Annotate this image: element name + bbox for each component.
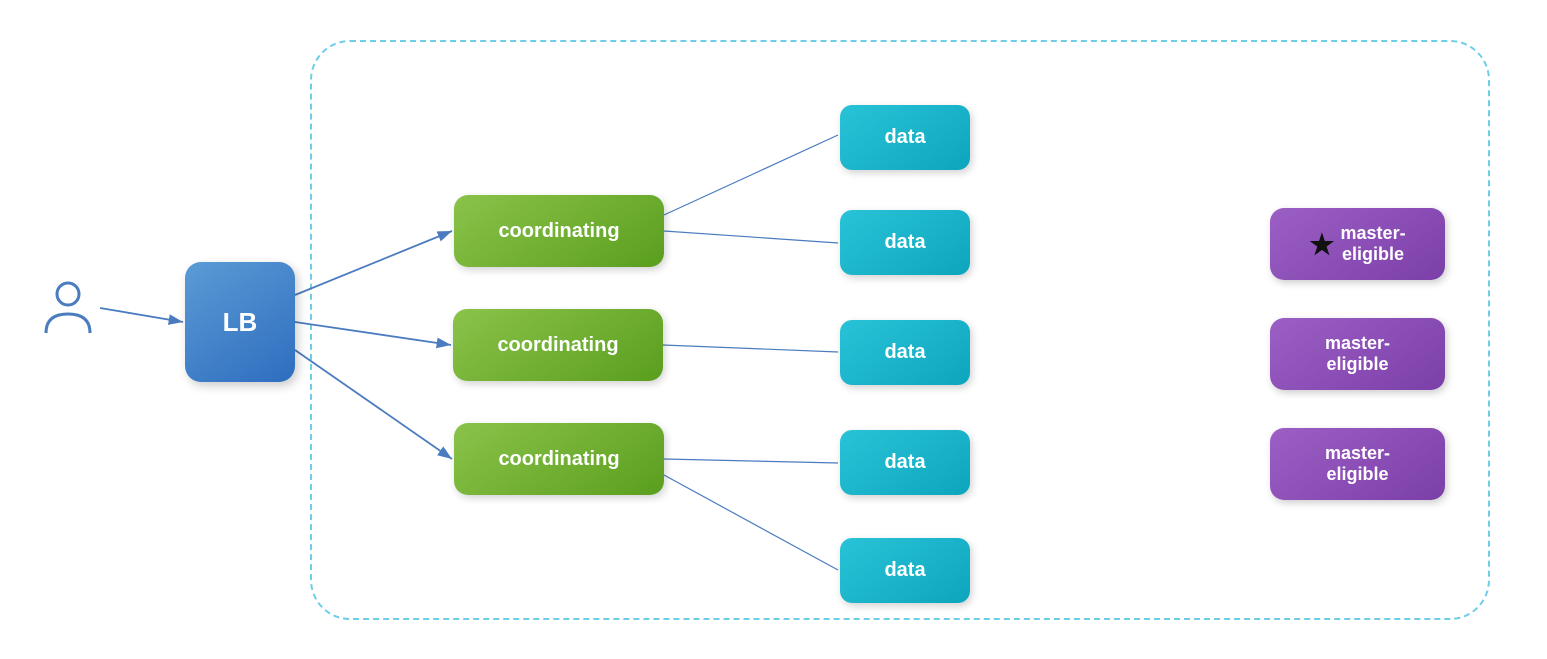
coord-node-1: coordinating <box>454 195 664 267</box>
lb-label: LB <box>223 307 258 338</box>
data-label-1: data <box>884 126 925 149</box>
lb-node: LB <box>185 262 295 382</box>
master-node-1: ★ master-eligible <box>1270 208 1445 280</box>
master-label-1: master-eligible <box>1341 223 1406 265</box>
user-icon <box>38 278 98 338</box>
coord-label-1: coordinating <box>498 220 619 243</box>
master-label-2: master-eligible <box>1325 333 1390 375</box>
diagram: LB coordinating coordinating coordinatin… <box>0 0 1547 659</box>
data-label-2: data <box>884 231 925 254</box>
data-node-2: data <box>840 210 970 275</box>
coord-node-2: coordinating <box>453 309 663 381</box>
master-label-3: master-eligible <box>1325 443 1390 485</box>
coord-label-2: coordinating <box>497 334 618 357</box>
coord-label-3: coordinating <box>498 448 619 471</box>
data-node-5: data <box>840 538 970 603</box>
data-node-3: data <box>840 320 970 385</box>
data-node-4: data <box>840 430 970 495</box>
data-label-3: data <box>884 341 925 364</box>
data-label-4: data <box>884 451 925 474</box>
data-label-5: data <box>884 559 925 582</box>
coord-node-3: coordinating <box>454 423 664 495</box>
star-icon: ★ <box>1309 228 1334 261</box>
master-node-2: master-eligible <box>1270 318 1445 390</box>
data-node-1: data <box>840 105 970 170</box>
master-node-3: master-eligible <box>1270 428 1445 500</box>
